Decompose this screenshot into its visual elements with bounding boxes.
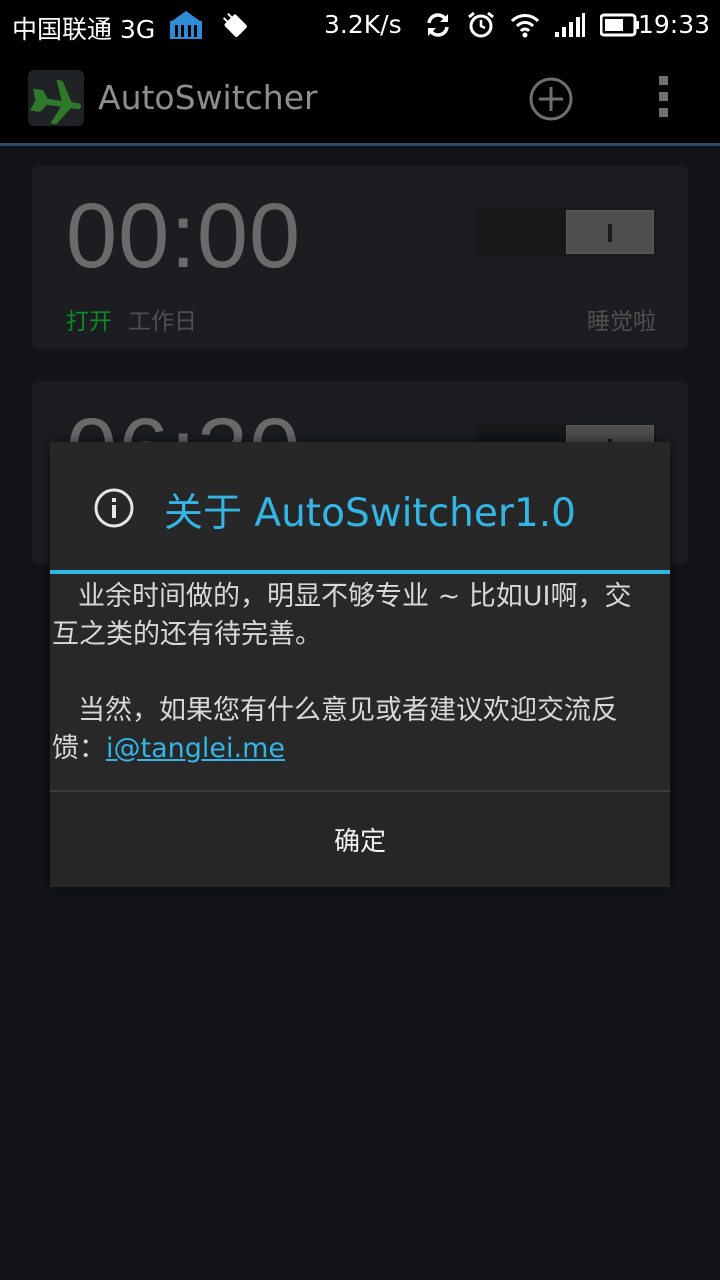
- battery-icon: [600, 13, 639, 37]
- app-title: AutoSwitcher: [98, 78, 318, 117]
- building-icon: [170, 11, 202, 39]
- add-icon[interactable]: [528, 76, 574, 122]
- alarm-time: 00:00: [66, 185, 302, 287]
- signal-icon: [555, 13, 585, 37]
- toggle-switch[interactable]: [566, 210, 654, 254]
- sync-icon: [427, 13, 449, 37]
- alarm-status: 打开: [66, 309, 112, 335]
- email-link[interactable]: i@tanglei.me: [106, 733, 285, 764]
- action-bar-divider: [0, 143, 720, 146]
- status-bar: 中国联通 3G 3.2K/s 19:33: [0, 0, 720, 54]
- network-speed: 3.2K/s: [324, 10, 402, 39]
- dialog-message: 业余时间做的，明显不够专业 ~ 比如UI啊，交互之类的还有待完善。 当然，如果您…: [52, 578, 658, 806]
- alarm-card[interactable]: 00:00 打开 工作日 睡觉啦: [32, 166, 688, 349]
- alarm-days: 工作日: [128, 309, 197, 335]
- airplane-icon: [30, 79, 82, 125]
- wifi-icon: [510, 14, 540, 38]
- clock: 19:33: [637, 10, 710, 39]
- usb-debug-icon: [222, 12, 247, 37]
- dialog-title: 关于 AutoSwitcher1.0: [164, 491, 576, 536]
- overflow-menu-icon[interactable]: [655, 76, 671, 120]
- app-icon[interactable]: [28, 70, 84, 126]
- info-icon: [94, 488, 134, 528]
- dialog-paragraph-1: 业余时间做的，明显不够专业 ~ 比如UI啊，交互之类的还有待完善。: [52, 581, 632, 650]
- ok-button[interactable]: 确定: [50, 792, 670, 887]
- alarm-icon: [468, 11, 494, 38]
- dialog-title-divider: [50, 570, 670, 574]
- carrier-label: 中国联通 3G: [12, 15, 156, 44]
- about-dialog: 关于 AutoSwitcher1.0 业余时间做的，明显不够专业 ~ 比如UI啊…: [50, 442, 670, 887]
- screen: 中国联通 3G 3.2K/s 19:33 AutoSwitcher 00:00 …: [0, 0, 720, 1280]
- alarm-label: 睡觉啦: [587, 309, 656, 335]
